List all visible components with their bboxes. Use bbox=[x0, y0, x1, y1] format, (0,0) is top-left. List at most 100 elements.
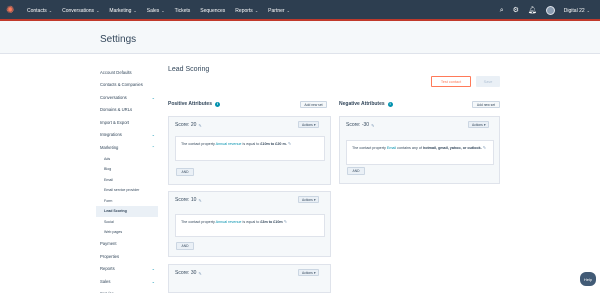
nav-item-tickets[interactable]: Tickets bbox=[170, 8, 196, 14]
account-menu[interactable]: Digital 22 ⌄ bbox=[564, 8, 590, 14]
sidebar-subitem-blog[interactable]: Blog bbox=[96, 164, 160, 175]
chevron-down-icon: ⌄ bbox=[151, 132, 155, 138]
score-card: Score: 30 ✎ Actions ▾ bbox=[168, 264, 331, 293]
rule-condition: The contact property Email contains any … bbox=[346, 140, 494, 165]
notifications-bell-icon[interactable]: 🔔︎ bbox=[528, 7, 537, 14]
and-button[interactable]: AND bbox=[176, 168, 194, 176]
rule-text: The contact property bbox=[352, 146, 387, 150]
score-card: Score: 10 ✎ Actions ▾ The contact propert… bbox=[168, 191, 331, 257]
actions-dropdown[interactable]: Actions ▾ bbox=[468, 121, 490, 128]
sidebar-item-payment[interactable]: Payment bbox=[96, 238, 160, 251]
nav-item-partner[interactable]: Partner ⌄ bbox=[263, 8, 295, 14]
nav-right-group: ⌕ ⚙ 🔔︎ Digital 22 ⌄ bbox=[500, 0, 590, 21]
page-title: Settings bbox=[100, 34, 137, 45]
edit-pencil-icon[interactable]: ✎ bbox=[371, 123, 374, 128]
sidebar-item-properties[interactable]: Properties bbox=[96, 250, 160, 263]
sidebar-item-service[interactable]: Service⌄ bbox=[96, 288, 160, 293]
search-icon[interactable]: ⌕ bbox=[500, 7, 504, 14]
add-new-set-button[interactable]: Add new set bbox=[300, 101, 327, 108]
rule-value: £3m to £10m bbox=[260, 220, 283, 224]
chevron-down-icon: ⌄ bbox=[133, 8, 137, 13]
nav-item-label: Contacts bbox=[27, 7, 47, 14]
nav-item-sales[interactable]: Sales ⌄ bbox=[142, 8, 170, 14]
settings-gear-icon[interactable]: ⚙ bbox=[513, 7, 519, 14]
info-icon[interactable]: i bbox=[215, 101, 220, 107]
nav-item-contacts[interactable]: Contacts ⌄ bbox=[22, 8, 57, 14]
rule-condition: The contact property Annual revenue is e… bbox=[175, 214, 325, 237]
property-link[interactable]: Annual revenue bbox=[216, 142, 242, 146]
sidebar-item-integrations[interactable]: Integrations ⌄ bbox=[96, 129, 160, 142]
edit-pencil-icon[interactable]: ✎ bbox=[198, 198, 201, 203]
sidebar-item-label: Contacts & Companies bbox=[100, 82, 143, 88]
property-link[interactable]: Email bbox=[387, 146, 396, 150]
sidebar-subitem-web-pages[interactable]: Web pages bbox=[96, 227, 160, 238]
sidebar-item-domains-urls[interactable]: Domains & URLs bbox=[96, 104, 160, 117]
sidebar-item-label: Payment bbox=[100, 241, 117, 247]
sidebar-item-import-export[interactable]: Import & Export bbox=[96, 116, 160, 129]
nav-item-marketing[interactable]: Marketing ⌄ bbox=[104, 8, 141, 14]
rule-text: The contact property bbox=[181, 220, 216, 224]
sidebar-item-label: Conversations bbox=[100, 94, 127, 100]
score-value: Score: 10 bbox=[175, 197, 197, 203]
edit-pencil-icon[interactable]: ✎ bbox=[198, 123, 201, 128]
nav-item-label: Tickets bbox=[174, 7, 191, 14]
test-contact-button[interactable]: Test contact bbox=[431, 76, 471, 87]
sidebar-item-reports[interactable]: Reports ⌄ bbox=[96, 263, 160, 276]
nav-item-sequences[interactable]: Sequences bbox=[195, 8, 230, 14]
sidebar-item-marketing[interactable]: Marketing ⌃ bbox=[96, 141, 160, 154]
sidebar-item-contacts-companies[interactable]: Contacts & Companies bbox=[96, 79, 160, 92]
caret-down-icon: ▾ bbox=[313, 270, 316, 275]
sidebar-subitem-social[interactable]: Social bbox=[96, 217, 160, 228]
save-button[interactable]: Save bbox=[476, 76, 500, 87]
edit-pencil-icon[interactable]: ✎ bbox=[284, 219, 287, 224]
caret-down-icon: ▾ bbox=[483, 122, 486, 127]
sidebar-subitem-ads[interactable]: Ads bbox=[96, 154, 160, 165]
sidebar-item-label: Integrations bbox=[100, 132, 122, 138]
rule-text: The contact property bbox=[181, 142, 216, 146]
nav-item-label: Reports bbox=[235, 7, 253, 14]
score-label: Score: 20 ✎ bbox=[175, 122, 202, 128]
sidebar-item-account-defaults[interactable]: Account Defaults bbox=[96, 66, 160, 79]
sidebar-item-conversations[interactable]: Conversations ⌄ bbox=[96, 91, 160, 104]
nav-item-label: Partner bbox=[268, 7, 285, 14]
sidebar-subitem-lead-scoring[interactable]: Lead Scoring bbox=[96, 206, 158, 217]
and-button[interactable]: AND bbox=[176, 242, 194, 250]
sidebar-subitem-form[interactable]: Form bbox=[96, 196, 160, 207]
chevron-down-icon: ⌄ bbox=[586, 8, 590, 13]
actions-label: Actions bbox=[472, 122, 483, 127]
actions-dropdown[interactable]: Actions ▾ bbox=[298, 269, 320, 276]
and-button[interactable]: AND bbox=[347, 167, 365, 175]
sidebar-item-label: Account Defaults bbox=[100, 69, 132, 75]
nav-item-conversations[interactable]: Conversations ⌄ bbox=[57, 8, 104, 14]
help-button[interactable]: Help bbox=[580, 272, 596, 286]
settings-header: Settings bbox=[0, 21, 600, 54]
score-value: Score: 20 bbox=[175, 122, 197, 128]
nav-item-reports[interactable]: Reports ⌄ bbox=[230, 8, 263, 14]
property-link[interactable]: Annual revenue bbox=[216, 220, 242, 224]
sidebar-item-sales[interactable]: Sales ⌄ bbox=[96, 275, 160, 288]
hubspot-logo-icon[interactable]: ✺ bbox=[6, 5, 17, 16]
edit-pencil-icon[interactable]: ✎ bbox=[198, 271, 201, 276]
nav-item-label: Sales bbox=[146, 7, 160, 14]
rule-value: £10m to £20 m. bbox=[260, 142, 287, 146]
chevron-down-icon: ⌄ bbox=[286, 8, 290, 13]
sidebar-item-label: Import & Export bbox=[100, 119, 130, 125]
add-new-set-button[interactable]: Add new set bbox=[472, 101, 500, 108]
avatar[interactable] bbox=[545, 6, 555, 15]
info-icon[interactable]: i bbox=[387, 101, 393, 107]
rule-value: hotmail, gmail, yahoo, or outlook. bbox=[422, 146, 482, 150]
chevron-down-icon: ⌄ bbox=[96, 8, 100, 13]
edit-pencil-icon[interactable]: ✎ bbox=[288, 141, 291, 146]
sidebar-subitem-email-service-provider[interactable]: Email service provider bbox=[96, 185, 160, 196]
actions-dropdown[interactable]: Actions ▾ bbox=[298, 121, 320, 128]
actions-label: Actions bbox=[302, 122, 313, 127]
actions-dropdown[interactable]: Actions ▾ bbox=[298, 196, 320, 203]
chevron-down-icon: ⌄ bbox=[254, 8, 259, 13]
account-name: Digital 22 bbox=[563, 7, 585, 14]
actions-label: Actions bbox=[302, 197, 313, 202]
caret-down-icon: ▾ bbox=[313, 197, 316, 202]
sidebar-subitem-email[interactable]: Email bbox=[96, 175, 160, 186]
positive-attributes-label: Positive Attributes bbox=[168, 101, 212, 107]
chevron-down-icon: ⌄ bbox=[151, 94, 155, 100]
edit-pencil-icon[interactable]: ✎ bbox=[483, 145, 486, 150]
